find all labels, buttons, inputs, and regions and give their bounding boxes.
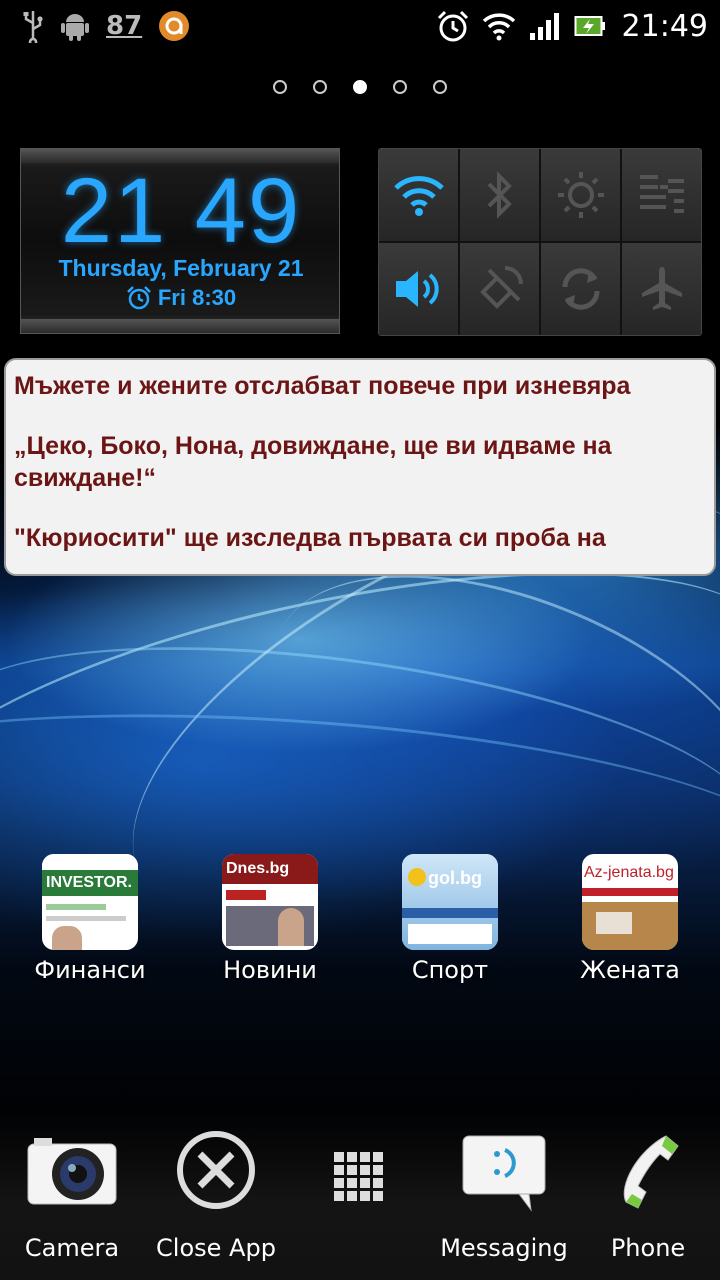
notification-count: 87	[106, 11, 143, 41]
gps-icon	[479, 266, 523, 309]
clock-alarm: Fri 8:30	[21, 285, 341, 311]
dock-label: Close App	[156, 1234, 276, 1262]
app-drawer-dock-item[interactable]	[288, 1130, 432, 1206]
data-sync-toggle[interactable]	[622, 149, 701, 241]
bluetooth-icon	[487, 171, 512, 219]
status-bar: 87 21:49	[0, 0, 720, 52]
news-widget[interactable]: Мъжете и жените отслабват повече при изн…	[4, 358, 716, 576]
app-shortcut-news[interactable]: Dnes.bg Новини	[180, 854, 360, 984]
bluetooth-toggle[interactable]	[460, 149, 539, 241]
wifi-toggle[interactable]	[379, 149, 458, 241]
close-app-dock-item[interactable]: Close App	[144, 1130, 288, 1262]
alarm-time: Fri 8:30	[157, 285, 237, 310]
page-dot-active[interactable]	[353, 80, 367, 94]
clock-bottom-bar	[21, 319, 339, 333]
clock-date: Thursday, February 21	[58, 255, 304, 281]
page-dot[interactable]	[393, 80, 407, 94]
clock-hours: 21	[60, 160, 168, 262]
camera-dock-item[interactable]: Camera	[0, 1130, 144, 1262]
women-thumb-text: Az-jenata.bg	[584, 864, 674, 881]
brightness-toggle[interactable]	[541, 149, 620, 241]
dock-label: Phone	[610, 1234, 686, 1262]
camera-icon[interactable]	[26, 1136, 118, 1208]
sport-thumb-text: gol.bg	[428, 868, 482, 888]
brightness-icon	[557, 172, 604, 218]
wifi-icon	[482, 13, 515, 41]
sport-app-icon[interactable]: gol.bg	[402, 854, 498, 950]
news-app-icon[interactable]: Dnes.bg	[222, 854, 318, 950]
sound-toggle[interactable]	[379, 243, 458, 335]
app-label: Финанси	[34, 956, 146, 984]
app-label: Жената	[580, 956, 680, 984]
clock-time: 21 49	[21, 165, 341, 257]
page-dot[interactable]	[433, 80, 447, 94]
news-headline[interactable]: "Кюриосити" ще изследва първата си проба…	[14, 522, 706, 554]
dock: Camera Close App Messaging Phone	[0, 1110, 720, 1280]
news-thumb-text: Dnes.bg	[226, 860, 290, 877]
auto-rotate-icon	[561, 268, 600, 310]
app-label: Спорт	[411, 956, 489, 984]
app-label: Новини	[223, 956, 317, 984]
finance-thumb-text: INVESTOR.	[46, 874, 132, 891]
alarm-icon	[437, 10, 468, 42]
app-shortcut-women[interactable]: Az-jenata.bg Жената	[540, 854, 720, 984]
clock-widget[interactable]: 21 49 Thursday, February 21 Fri 8:30	[20, 148, 340, 334]
page-dot[interactable]	[313, 80, 327, 94]
gps-toggle[interactable]	[460, 243, 539, 335]
battery-charging-icon	[574, 16, 605, 36]
status-time: 21:49	[621, 8, 708, 44]
dock-label: Camera	[24, 1234, 120, 1262]
airplane-toggle[interactable]	[622, 243, 701, 335]
signal-icon	[529, 13, 559, 40]
usb-icon	[23, 11, 43, 43]
news-headline[interactable]: Мъжете и жените отслабват повече при изн…	[14, 370, 706, 402]
app-shortcut-sport[interactable]: gol.bg Спорт	[360, 854, 540, 984]
app-shortcut-finance[interactable]: INVESTOR. Финанси	[0, 854, 180, 984]
finance-app-icon[interactable]: INVESTOR.	[42, 854, 138, 950]
clock-minutes: 49	[194, 160, 302, 262]
power-control-widget	[378, 148, 702, 336]
sound-icon	[395, 271, 439, 307]
airplane-icon	[641, 267, 682, 310]
close-icon[interactable]	[176, 1130, 256, 1210]
app-drawer-icon[interactable]	[332, 1150, 388, 1206]
alarm-clock-icon	[126, 286, 151, 310]
wifi-icon	[393, 176, 444, 216]
dock-label: Messaging	[440, 1234, 568, 1262]
page-indicator[interactable]	[0, 80, 720, 94]
data-sync-icon	[639, 175, 684, 213]
messaging-dock-item[interactable]: Messaging	[432, 1130, 576, 1262]
phone-icon[interactable]	[608, 1130, 688, 1214]
messaging-icon[interactable]	[459, 1132, 549, 1214]
phone-dock-item[interactable]: Phone	[576, 1130, 720, 1262]
android-debug-icon	[61, 14, 89, 41]
news-headline[interactable]: „Цеко, Боко, Нона, довиждане, ще ви идва…	[14, 430, 706, 494]
page-dot[interactable]	[273, 80, 287, 94]
app-notification-icon	[159, 11, 190, 41]
auto-rotate-toggle[interactable]	[541, 243, 620, 335]
women-app-icon[interactable]: Az-jenata.bg	[582, 854, 678, 950]
